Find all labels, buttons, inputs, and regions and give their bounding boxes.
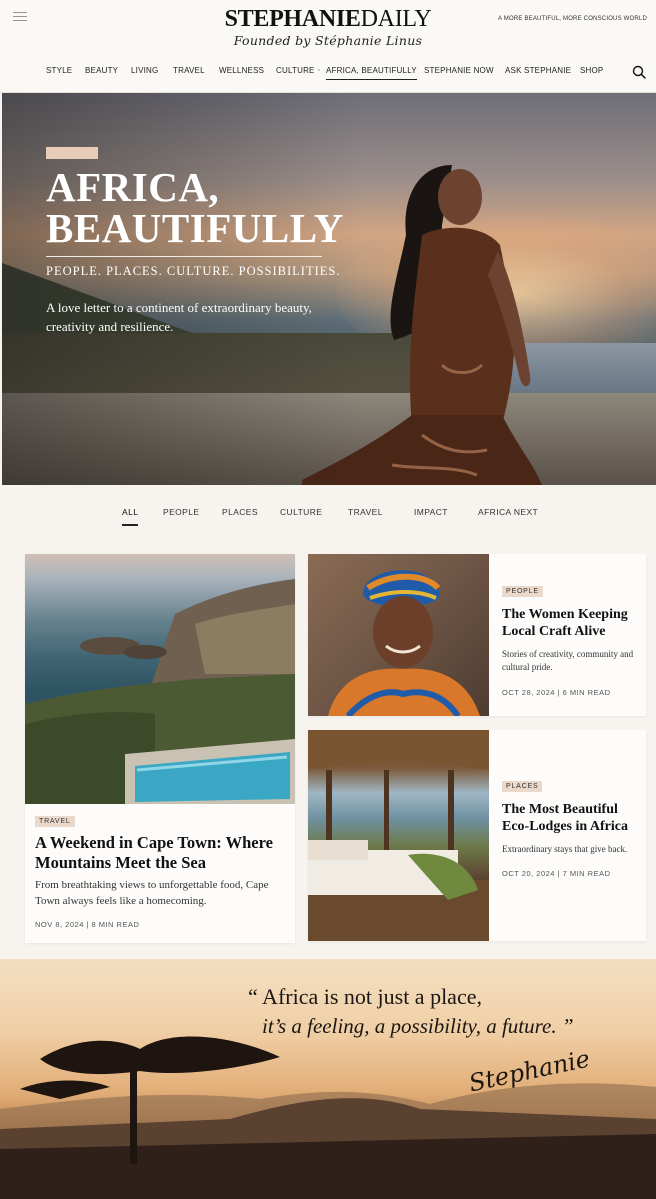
hero-divider [46,256,322,257]
logo-bold: STEPHANIE [224,6,361,32]
tab-people[interactable]: PEOPLE [163,507,199,517]
woman-portrait-illustration [328,570,480,716]
nav-item-wellness[interactable]: WELLNESS [219,66,264,75]
tab-places[interactable]: PLACES [222,507,258,517]
tab-travel[interactable]: TRAVEL [348,507,383,517]
article-tag-people[interactable]: PEOPLE [502,586,543,597]
article-description: From breathtaking views to unforgettable… [35,879,269,907]
hero-description: A love letter to a continent of extraord… [46,300,312,334]
site-header: STEPHANIEDAILY Founded by Stéphanie Linu… [0,0,656,93]
nav-item-shop[interactable]: SHOP [580,66,603,75]
cape-town-photo[interactable] [25,554,295,804]
nav-item-living[interactable]: LIVING [131,66,158,75]
nav-item-stephanie-now[interactable]: STEPHANIE NOW [424,66,494,75]
quote-line-1: “ Africa is not just a place, [248,984,482,1009]
article-description: Stories of creativity, community and cul… [502,649,634,672]
tab-impact[interactable]: IMPACT [414,507,448,517]
brand: STEPHANIEDAILY Founded by Stéphanie Linu… [0,6,656,48]
article-card-women-craft[interactable]: PEOPLE The Women Keeping Local Craft Ali… [308,554,646,716]
article-title[interactable]: The Most Beautiful Eco-Lodges in Africa [502,801,640,835]
article-description: Extraordinary stays that give back. [502,844,628,854]
eco-lodge-illustration [308,730,489,941]
search-icon[interactable] [632,65,646,79]
hero-title-line1: AFRICA, [46,164,220,210]
quote-banner: “ Africa is not just a place, it’s a fee… [0,959,656,1199]
hero-banner[interactable]: AFRICA, BEAUTIFULLY PEOPLE. PLACES. CULT… [2,93,656,485]
hero-badge [46,147,98,159]
hero-title-line2: BEAUTIFULLY [46,205,344,251]
brand-tagline: Founded by Stéphanie Linus [233,33,423,48]
article-tag-places[interactable]: PLACES [502,781,543,792]
hero-subtitle: PEOPLE. PLACES. CULTURE. POSSIBILITIES. [46,264,341,278]
hero-title: AFRICA, BEAUTIFULLY [46,167,344,249]
article-title[interactable]: The Women Keeping Local Craft Alive [502,606,640,640]
article-body: PEOPLE The Women Keeping Local Craft Ali… [502,554,642,716]
category-tabs: ALL PEOPLE PLACES CULTURE TRAVEL IMPACT … [0,485,656,545]
tab-culture[interactable]: CULTURE [280,507,322,517]
brand-slogan: A MORE BEAUTIFUL, MORE CONSCIOUS WORLD [498,16,647,22]
cape-town-illustration [25,579,295,804]
article-title[interactable]: A Weekend in Cape Town: Where Mountains … [35,833,290,873]
nav-item-beauty[interactable]: BEAUTY [85,66,118,75]
article-meta: OCT 20, 2024 | 7 MIN READ [502,869,611,878]
tab-all[interactable]: ALL [122,507,139,526]
quote-line-2: it’s a feeling, a possibility, a future.… [262,1014,574,1038]
article-tag-travel[interactable]: TRAVEL [35,816,75,827]
nav-item-culture[interactable]: CULTURE [276,66,315,75]
women-craft-photo[interactable] [308,554,489,716]
nav-item-style[interactable]: STYLE [46,66,72,75]
eco-lodge-photo[interactable] [308,730,489,941]
article-card-eco-lodges[interactable]: PLACES The Most Beautiful Eco-Lodges in … [308,730,646,941]
article-card-cape-town[interactable]: TRAVEL A Weekend in Cape Town: Where Mou… [25,554,295,943]
article-body: PLACES The Most Beautiful Eco-Lodges in … [502,730,642,941]
nav-item-africa-beautifully[interactable]: AFRICA, BEAUTIFULLY [326,66,417,80]
main-nav: STYLE BEAUTY LIVING TRAVEL WELLNESS CULT… [0,66,656,82]
nav-item-ask-stephanie[interactable]: ASK STEPHANIE [505,66,571,75]
article-meta: NOV 8, 2024 | 8 MIN READ [35,920,140,929]
logo-light: DAILY [360,6,432,32]
article-meta: OCT 28, 2024 | 6 MIN READ [502,688,611,697]
nav-item-travel[interactable]: TRAVEL [173,66,205,75]
nav-separator [318,69,320,71]
tab-africa-next[interactable]: AFRICA NEXT [478,507,538,517]
